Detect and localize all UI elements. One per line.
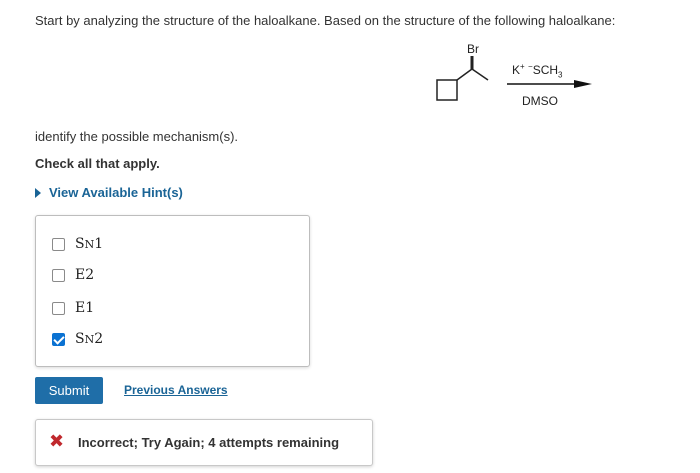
reagent-label: K+ −SCH3 — [512, 62, 563, 79]
option-e2-checkbox[interactable] — [52, 268, 65, 282]
expand-triangle-icon — [35, 188, 41, 198]
option-sn1-label: SN1 — [75, 236, 104, 252]
option-e2-label: E2 — [75, 267, 95, 283]
option-sn1-checkbox[interactable] — [52, 237, 65, 251]
reagent-cation: K — [512, 63, 521, 77]
problem-page: Start by analyzing the structure of the … — [0, 0, 700, 473]
feedback-box: ✖ Incorrect; Try Again; 4 attempts remai… — [35, 419, 373, 466]
option-sn2-checkbox[interactable] — [52, 332, 65, 346]
question-prompt: identify the possible mechanism(s). — [35, 129, 239, 144]
reagent-anion-subscript: 3 — [558, 70, 563, 80]
x-mark-icon: ✖ — [49, 431, 65, 451]
option-e1[interactable]: E1 — [52, 299, 94, 317]
answer-options-box: SN1 E2 E1 SN2 — [35, 215, 310, 367]
bromine-label: Br — [467, 42, 479, 56]
hint-label: View Available Hint(s) — [49, 185, 183, 200]
reagent-anion: SCH — [532, 63, 559, 77]
solvent-label: DMSO — [522, 94, 558, 108]
reagent-cation-charge: + — [520, 62, 525, 71]
bond-ring-ch — [456, 68, 473, 81]
view-hints-toggle[interactable]: View Available Hint(s) — [35, 185, 183, 200]
option-sn2-label: SN2 — [75, 331, 104, 347]
cyclobutane-ring — [436, 79, 458, 101]
previous-answers-link[interactable]: Previous Answers — [124, 383, 228, 397]
option-e2[interactable]: E2 — [52, 266, 94, 284]
bond-ch-methyl — [471, 68, 489, 81]
submit-button[interactable]: Submit — [35, 377, 103, 404]
feedback-message: Incorrect; Try Again; 4 attempts remaini… — [78, 435, 340, 450]
option-sn1[interactable]: SN1 — [52, 235, 103, 253]
option-e1-label: E1 — [75, 300, 95, 316]
reaction-arrow-head — [574, 80, 592, 88]
option-sn2[interactable]: SN2 — [52, 330, 103, 348]
option-e1-checkbox[interactable] — [52, 301, 65, 315]
instruction-text: Check all that apply. — [35, 156, 160, 171]
